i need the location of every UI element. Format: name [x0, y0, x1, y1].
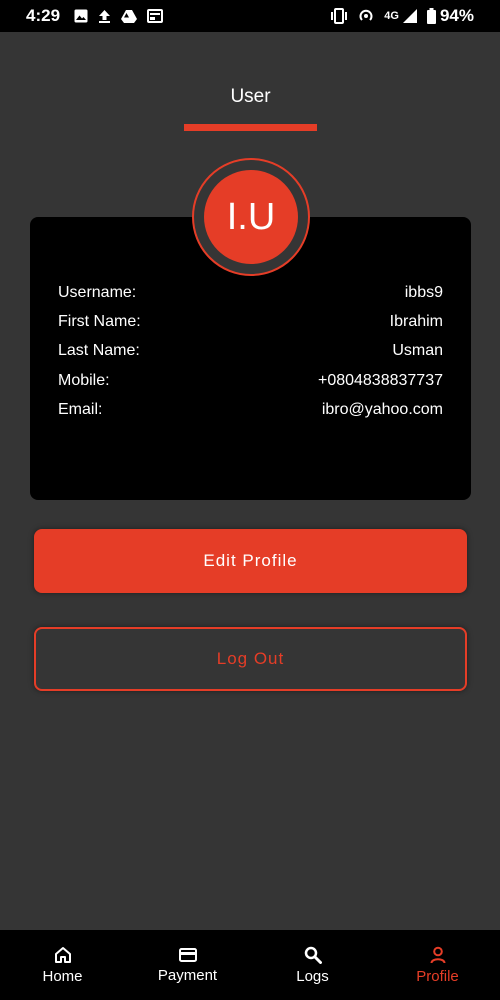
info-value: Ibrahim: [389, 313, 443, 330]
info-value: Usman: [392, 342, 443, 359]
status-time: 4:29: [26, 6, 61, 25]
info-row-mobile: Mobile: +0804838837737: [58, 372, 443, 390]
signal-icon: [402, 9, 417, 23]
info-label: Last Name:: [58, 342, 140, 359]
person-icon: [429, 946, 447, 964]
info-label: Email:: [58, 401, 103, 418]
upload-icon: [98, 9, 111, 23]
vibrate-icon: [330, 8, 348, 24]
bottom-nav: Home Payment Logs Profile: [0, 930, 500, 1000]
info-value: +0804838837737: [317, 372, 443, 389]
logout-button[interactable]: Log Out: [34, 627, 467, 691]
info-label: Username:: [58, 284, 137, 301]
info-label: First Name:: [58, 313, 141, 330]
battery-percent: 94%: [439, 6, 474, 25]
status-bar: 4:29 4G 94%: [0, 0, 500, 32]
hotspot-icon: [358, 8, 374, 24]
nav-label: Logs: [296, 967, 329, 985]
network-type: 4G: [384, 10, 399, 22]
status-bar-left: 4:29: [26, 6, 164, 26]
edit-profile-button[interactable]: Edit Profile: [34, 529, 467, 593]
nav-item-payment[interactable]: Payment: [125, 947, 250, 984]
battery-icon: [426, 8, 436, 24]
card-icon: [178, 947, 197, 963]
info-row-username: Username: ibbs9: [58, 284, 443, 302]
nav-label: Profile: [416, 967, 459, 985]
home-icon: [54, 946, 72, 964]
search-icon: [304, 946, 322, 964]
news-icon: [147, 9, 164, 23]
tab-indicator: [184, 124, 317, 131]
tab-user[interactable]: User: [184, 86, 317, 108]
nav-label: Home: [42, 967, 83, 985]
nav-item-home[interactable]: Home: [0, 946, 125, 985]
status-bar-right: 4G 94%: [330, 6, 474, 26]
drive-icon: [121, 9, 138, 23]
nav-item-profile[interactable]: Profile: [375, 946, 500, 985]
info-value: ibbs9: [404, 284, 443, 301]
avatar-ring: I.U: [192, 158, 310, 276]
info-row-last-name: Last Name: Usman: [58, 342, 443, 360]
info-row-first-name: First Name: Ibrahim: [58, 313, 443, 331]
info-label: Mobile:: [58, 372, 110, 389]
avatar: I.U: [204, 170, 298, 264]
info-row-email: Email: ibro@yahoo.com: [58, 401, 443, 419]
image-icon: [74, 9, 88, 23]
info-value: ibro@yahoo.com: [321, 401, 443, 418]
nav-label: Payment: [157, 966, 218, 984]
nav-item-logs[interactable]: Logs: [250, 946, 375, 985]
